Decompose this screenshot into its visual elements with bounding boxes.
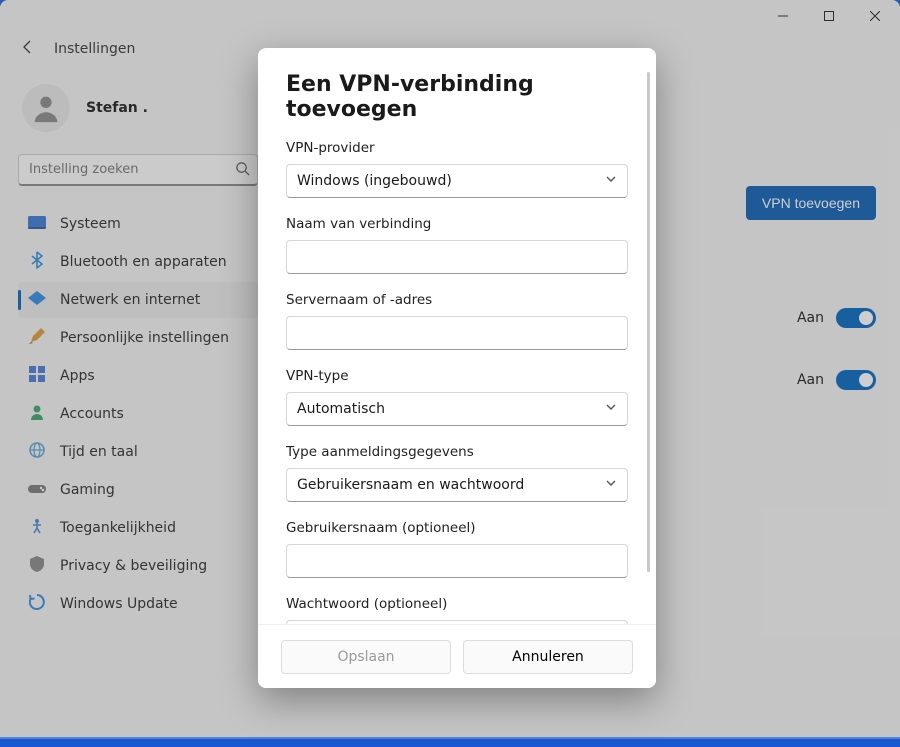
connection-name-input[interactable] bbox=[286, 240, 628, 274]
scrollbar[interactable] bbox=[647, 72, 650, 572]
chevron-down-icon bbox=[605, 401, 617, 417]
vpn-provider-value: Windows (ingebouwd) bbox=[297, 173, 452, 189]
vpn-type-value: Automatisch bbox=[297, 401, 385, 417]
cancel-button[interactable]: Annuleren bbox=[463, 640, 633, 674]
password-label: Wachtwoord (optioneel) bbox=[286, 596, 628, 612]
dialog-title: Een VPN-verbinding toevoegen bbox=[286, 72, 628, 122]
vpn-type-select[interactable]: Automatisch bbox=[286, 392, 628, 426]
chevron-down-icon bbox=[605, 173, 617, 189]
save-button[interactable]: Opslaan bbox=[281, 640, 451, 674]
auth-type-select[interactable]: Gebruikersnaam en wachtwoord bbox=[286, 468, 628, 502]
desktop-taskbar-edge bbox=[0, 737, 900, 747]
auth-type-value: Gebruikersnaam en wachtwoord bbox=[297, 477, 524, 493]
add-vpn-dialog: Een VPN-verbinding toevoegen VPN-provide… bbox=[258, 48, 656, 688]
username-input[interactable] bbox=[286, 544, 628, 578]
vpn-type-label: VPN-type bbox=[286, 368, 628, 384]
settings-window: Instellingen Stefan . bbox=[0, 0, 900, 747]
connection-name-label: Naam van verbinding bbox=[286, 216, 628, 232]
vpn-provider-select[interactable]: Windows (ingebouwd) bbox=[286, 164, 628, 198]
chevron-down-icon bbox=[605, 477, 617, 493]
server-input[interactable] bbox=[286, 316, 628, 350]
username-label: Gebruikersnaam (optioneel) bbox=[286, 520, 628, 536]
auth-type-label: Type aanmeldingsgegevens bbox=[286, 444, 628, 460]
server-label: Servernaam of -adres bbox=[286, 292, 628, 308]
password-input[interactable] bbox=[286, 620, 628, 624]
vpn-provider-label: VPN-provider bbox=[286, 140, 628, 156]
